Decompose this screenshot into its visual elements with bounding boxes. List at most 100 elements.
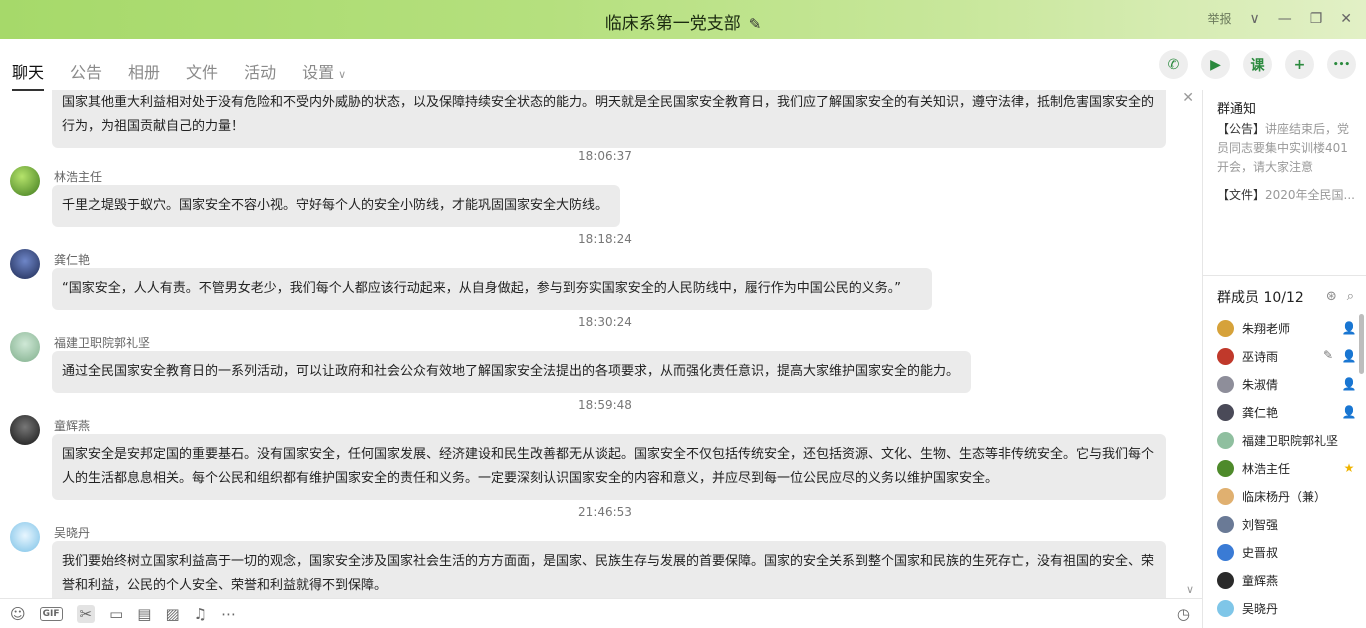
- dropdown-chevron-icon[interactable]: ∨: [1249, 11, 1259, 27]
- restore-button[interactable]: ❐: [1310, 11, 1323, 27]
- sender-name[interactable]: 吴晓丹: [54, 524, 90, 541]
- group-name: 临床系第一党支部: [604, 14, 741, 34]
- more-button[interactable]: •••: [1327, 50, 1356, 79]
- image-icon[interactable]: ▨: [165, 605, 179, 623]
- message-text: 行为，为祖国贡献自己的力量！: [62, 119, 245, 134]
- message-text: 誉和利益，公民的个人安全、荣誉和利益就得不到保障。: [62, 578, 388, 593]
- avatar[interactable]: [10, 332, 40, 362]
- member-item[interactable]: 龚仁艳 👤: [1217, 398, 1357, 426]
- folder-icon[interactable]: ▭: [109, 605, 123, 623]
- message-bubble[interactable]: 国家安全是安邦定国的重要基石。没有国家安全，任何国家发展、经济建设和民生改善都无…: [52, 434, 1166, 500]
- owner-star-icon: ★: [1343, 461, 1355, 475]
- member-list: 朱翔老师 👤 巫诗雨 👤 ✎ 朱淑倩 👤 龚仁艳 👤 福建卫职院郭礼坚 林浩主任 ★ 临床杨丹（兼） 刘智…: [1217, 314, 1357, 622]
- window-controls: 举报 ∨ — ❐ ✕: [1207, 10, 1352, 27]
- message-text: “国家安全，人人有责。不管男女老少，我们每个人都应该行动起来，从自身做起，参与到…: [62, 281, 901, 296]
- document-icon[interactable]: ▤: [137, 605, 151, 623]
- tab-announcement[interactable]: 公告: [70, 59, 102, 91]
- members-tools: ⊛ ⌕: [1326, 289, 1354, 304]
- member-item[interactable]: 童辉燕: [1217, 566, 1357, 594]
- tab-files[interactable]: 文件: [186, 59, 218, 91]
- history-icon[interactable]: ◷: [1177, 605, 1190, 623]
- member-item[interactable]: 林浩主任 ★: [1217, 454, 1357, 482]
- member-avatar: [1217, 515, 1234, 533]
- title-bar: 临床系第一党支部 ✎ 举报 ∨ — ❐ ✕: [0, 0, 1366, 39]
- sender-name[interactable]: 童辉燕: [54, 417, 90, 434]
- member-avatar: [1217, 375, 1234, 393]
- avatar[interactable]: [10, 166, 40, 196]
- notice-announcement[interactable]: 【公告】讲座结束后，党员同志要集中实训楼401开会，请大家注意: [1217, 120, 1357, 177]
- avatar[interactable]: [10, 249, 40, 279]
- search-icon[interactable]: ⌕: [1347, 289, 1354, 304]
- chat-messages[interactable]: ✕ 国家其他重大利益相对处于没有危险和不受内外威胁的状态，以及保障持续安全状态的…: [0, 90, 1202, 598]
- close-window-button[interactable]: ✕: [1340, 11, 1352, 27]
- sender-name[interactable]: 龚仁艳: [54, 251, 90, 268]
- notice-title: 群通知: [1217, 102, 1257, 117]
- report-button[interactable]: 举报: [1207, 10, 1231, 27]
- member-name: 龚仁艳: [1242, 405, 1279, 420]
- group-side-panel: 群通知 【公告】讲座结束后，党员同志要集中实训楼401开会，请大家注意 【文件】…: [1202, 90, 1366, 628]
- add-icon: +: [1293, 56, 1306, 73]
- admin-badge-icon: 👤: [1341, 321, 1357, 335]
- tab-settings-label: 设置: [302, 63, 335, 82]
- voice-call-button[interactable]: ✆: [1159, 50, 1188, 79]
- member-name: 刘智强: [1242, 517, 1279, 532]
- avatar[interactable]: [10, 522, 40, 552]
- video-call-button[interactable]: ▶: [1201, 50, 1230, 79]
- member-item[interactable]: 刘智强: [1217, 510, 1357, 538]
- add-app-button[interactable]: +: [1285, 50, 1314, 79]
- gif-icon[interactable]: GIF: [39, 607, 63, 621]
- admin-badge-icon: 👤: [1341, 349, 1357, 363]
- member-item[interactable]: 临床杨丹（兼）: [1217, 482, 1357, 510]
- message-bubble[interactable]: 国家其他重大利益相对处于没有危险和不受内外威胁的状态，以及保障持续安全状态的能力…: [52, 90, 1166, 148]
- message-text: 通过全民国家安全教育日的一系列活动，可以让政府和社会公众有效地了解国家安全法提出…: [62, 364, 960, 379]
- member-name: 朱翔老师: [1242, 321, 1291, 336]
- edit-title-icon[interactable]: ✎: [749, 15, 762, 33]
- more-options-icon[interactable]: ⋯: [221, 605, 236, 623]
- avatar[interactable]: [10, 415, 40, 445]
- member-item[interactable]: 朱淑倩 👤: [1217, 370, 1357, 398]
- sender-name[interactable]: 林浩主任: [54, 168, 102, 185]
- emoji-icon[interactable]: ☺: [10, 605, 26, 623]
- member-avatar: [1217, 347, 1234, 365]
- member-manage-icon[interactable]: ⊛: [1326, 289, 1337, 304]
- bell-icon[interactable]: ♫: [194, 605, 207, 623]
- member-item[interactable]: 吴晓丹: [1217, 594, 1357, 622]
- announcement-tag: 【公告】: [1217, 122, 1266, 136]
- member-list-scrollbar[interactable]: [1359, 314, 1364, 374]
- member-avatar: [1217, 319, 1234, 337]
- tab-activity[interactable]: 活动: [244, 59, 276, 91]
- message-timestamp: 18:59:48: [578, 398, 632, 412]
- member-item[interactable]: 史晋叔: [1217, 538, 1357, 566]
- member-avatar: [1217, 459, 1234, 477]
- message-bubble[interactable]: 通过全民国家安全教育日的一系列活动，可以让政府和社会公众有效地了解国家安全法提出…: [52, 351, 971, 393]
- member-avatar: [1217, 543, 1234, 561]
- message-bubble[interactable]: 千里之堤毁于蚁穴。国家安全不容小视。守好每个人的安全小防线，才能巩固国家安全大防…: [52, 185, 620, 227]
- admin-badge-icon: 👤: [1341, 405, 1357, 419]
- member-item[interactable]: 福建卫职院郭礼坚: [1217, 426, 1357, 454]
- minimize-button[interactable]: —: [1278, 11, 1292, 27]
- message-timestamp: 21:46:53: [578, 505, 632, 519]
- notice-file[interactable]: 【文件】2020年全民国...: [1217, 186, 1359, 203]
- phone-icon: ✆: [1167, 56, 1180, 73]
- edit-member-icon[interactable]: ✎: [1323, 348, 1333, 362]
- lesson-button[interactable]: 课: [1243, 50, 1272, 79]
- tab-settings[interactable]: 设置 ∨: [302, 59, 346, 91]
- sender-name[interactable]: 福建卫职院郭礼坚: [54, 334, 150, 351]
- screenshot-scissors-icon[interactable]: ✂: [76, 605, 96, 623]
- message-bubble[interactable]: “国家安全，人人有责。不管男女老少，我们每个人都应该行动起来，从自身做起，参与到…: [52, 268, 932, 310]
- member-item[interactable]: 朱翔老师 👤: [1217, 314, 1357, 342]
- member-item[interactable]: 巫诗雨 👤 ✎: [1217, 342, 1357, 370]
- lesson-icon: 课: [1250, 57, 1265, 74]
- member-name: 吴晓丹: [1242, 601, 1279, 616]
- message-bubble[interactable]: 我们要始终树立国家利益高于一切的观念，国家安全涉及国家社会生活的方方面面，是国家…: [52, 541, 1166, 598]
- chevron-down-icon: ∨: [338, 68, 347, 81]
- tab-album[interactable]: 相册: [128, 59, 160, 91]
- scroll-down-icon[interactable]: ∨: [1186, 583, 1194, 596]
- message-text: 国家其他重大利益相对处于没有危险和不受内外威胁的状态，以及保障持续安全状态的能力…: [62, 95, 1155, 110]
- members-title: 群成员 10/12: [1217, 290, 1304, 306]
- close-icon[interactable]: ✕: [1182, 90, 1194, 106]
- message-text: 千里之堤毁于蚁穴。国家安全不容小视。守好每个人的安全小防线，才能巩固国家安全大防…: [62, 198, 609, 213]
- tab-chat[interactable]: 聊天: [12, 59, 45, 91]
- message-text: 我们要始终树立国家利益高于一切的观念，国家安全涉及国家社会生活的方方面面，是国家…: [62, 554, 1155, 569]
- more-icon: •••: [1332, 59, 1351, 70]
